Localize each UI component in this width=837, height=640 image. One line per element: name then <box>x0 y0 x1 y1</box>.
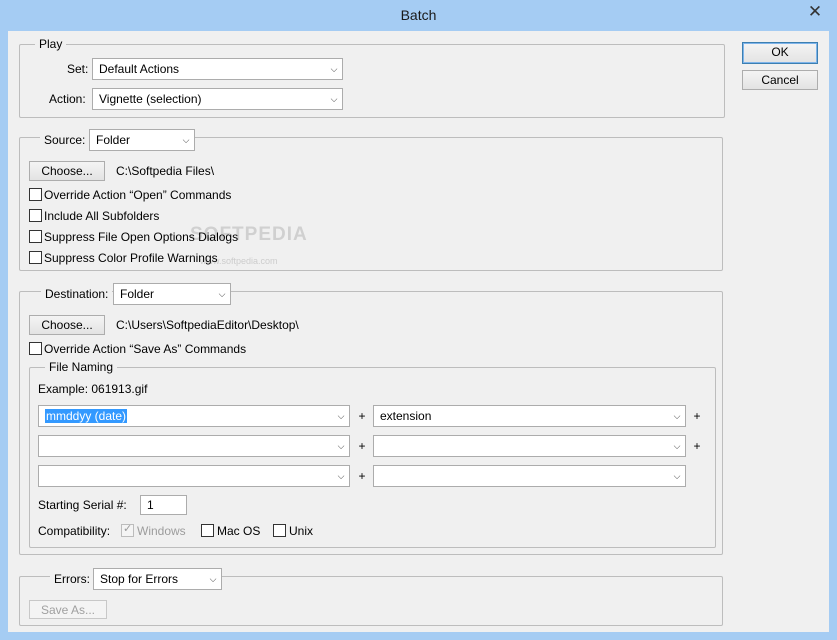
destination-choose-button[interactable]: Choose... <box>29 315 105 335</box>
override-save-as-label: Override Action “Save As” Commands <box>44 342 247 356</box>
errors-value: Stop for Errors <box>100 572 179 586</box>
chevron-down-icon: ⌵ <box>182 135 190 145</box>
include-subfolders-checkbox[interactable] <box>29 209 42 222</box>
ok-button[interactable]: OK <box>742 42 818 64</box>
play-legend: Play <box>35 37 67 51</box>
action-value: Vignette (selection) <box>99 92 202 106</box>
suppress-color-profile-label: Suppress Color Profile Warnings <box>44 251 218 265</box>
destination-value: Folder <box>120 287 155 301</box>
window-frame-bottom <box>0 632 837 640</box>
errors-label: Errors: <box>50 572 94 586</box>
plus-sign: + <box>693 409 701 423</box>
destination-path: C:\Users\SoftpediaEditor\Desktop\ <box>116 318 299 332</box>
mac-os-label: Mac OS <box>217 524 261 538</box>
chevron-down-icon: ⌵ <box>337 471 345 481</box>
unix-checkbox[interactable] <box>273 524 286 537</box>
window-frame-right <box>829 31 837 640</box>
source-value: Folder <box>96 133 131 147</box>
plus-sign: + <box>693 439 701 453</box>
file-naming-example: Example: 061913.gif <box>38 382 148 396</box>
errors-save-as-button[interactable]: Save As... <box>29 600 107 619</box>
chevron-down-icon: ⌵ <box>673 471 681 481</box>
window-frame-left <box>0 31 8 640</box>
chevron-down-icon: ⌵ <box>337 441 345 451</box>
source-path: C:\Softpedia Files\ <box>116 164 215 178</box>
suppress-color-profile-checkbox[interactable] <box>29 251 42 264</box>
override-save-as-checkbox[interactable] <box>29 342 42 355</box>
naming-field-2[interactable]: extension ⌵ <box>373 405 686 427</box>
naming-field-3[interactable]: ⌵ <box>38 435 350 457</box>
unix-label: Unix <box>289 524 314 538</box>
naming-field-6[interactable]: ⌵ <box>373 465 686 487</box>
chevron-down-icon: ⌵ <box>673 411 681 421</box>
plus-sign: + <box>358 469 366 483</box>
naming-field-1[interactable]: mmddyy (date) ⌵ <box>38 405 350 427</box>
source-label: Source: <box>40 133 90 147</box>
source-choose-button[interactable]: Choose... <box>29 161 105 181</box>
compatibility-label: Compatibility: <box>38 524 111 538</box>
source-dropdown[interactable]: Folder ⌵ <box>89 129 195 151</box>
chevron-down-icon: ⌵ <box>209 574 217 584</box>
chevron-down-icon: ⌵ <box>330 94 338 104</box>
plus-sign: + <box>358 409 366 423</box>
windows-label: Windows <box>137 524 186 538</box>
suppress-open-options-label: Suppress File Open Options Dialogs <box>44 230 239 244</box>
action-dropdown[interactable]: Vignette (selection) ⌵ <box>92 88 343 110</box>
action-label: Action: <box>49 92 86 106</box>
suppress-open-options-checkbox[interactable] <box>29 230 42 243</box>
include-subfolders-label: Include All Subfolders <box>44 209 160 223</box>
close-icon[interactable]: ✕ <box>797 2 833 24</box>
windows-checkbox[interactable]: ✓ <box>121 523 134 537</box>
chevron-down-icon: ⌵ <box>330 64 338 74</box>
checkmark-icon: ✓ <box>123 523 133 535</box>
serial-input[interactable]: 1 <box>140 495 187 515</box>
plus-sign: + <box>358 439 366 453</box>
naming-field-4[interactable]: ⌵ <box>373 435 686 457</box>
set-dropdown[interactable]: Default Actions ⌵ <box>92 58 343 80</box>
destination-label: Destination: <box>41 287 113 301</box>
cancel-button[interactable]: Cancel <box>742 70 818 90</box>
naming-field-2-value: extension <box>380 409 432 423</box>
chevron-down-icon: ⌵ <box>218 289 226 299</box>
naming-field-1-value: mmddyy (date) <box>45 409 128 423</box>
mac-os-checkbox[interactable] <box>201 524 214 537</box>
set-label: Set: <box>67 62 89 76</box>
naming-field-5[interactable]: ⌵ <box>38 465 350 487</box>
serial-label: Starting Serial #: <box>38 498 127 512</box>
errors-dropdown[interactable]: Stop for Errors ⌵ <box>93 568 222 590</box>
chevron-down-icon: ⌵ <box>673 441 681 451</box>
window-title: Batch <box>400 7 437 23</box>
destination-dropdown[interactable]: Folder ⌵ <box>113 283 231 305</box>
chevron-down-icon: ⌵ <box>337 411 345 421</box>
override-open-label: Override Action “Open” Commands <box>44 188 232 202</box>
override-open-checkbox[interactable] <box>29 188 42 201</box>
set-value: Default Actions <box>99 62 180 76</box>
file-naming-legend: File Naming <box>45 360 118 374</box>
